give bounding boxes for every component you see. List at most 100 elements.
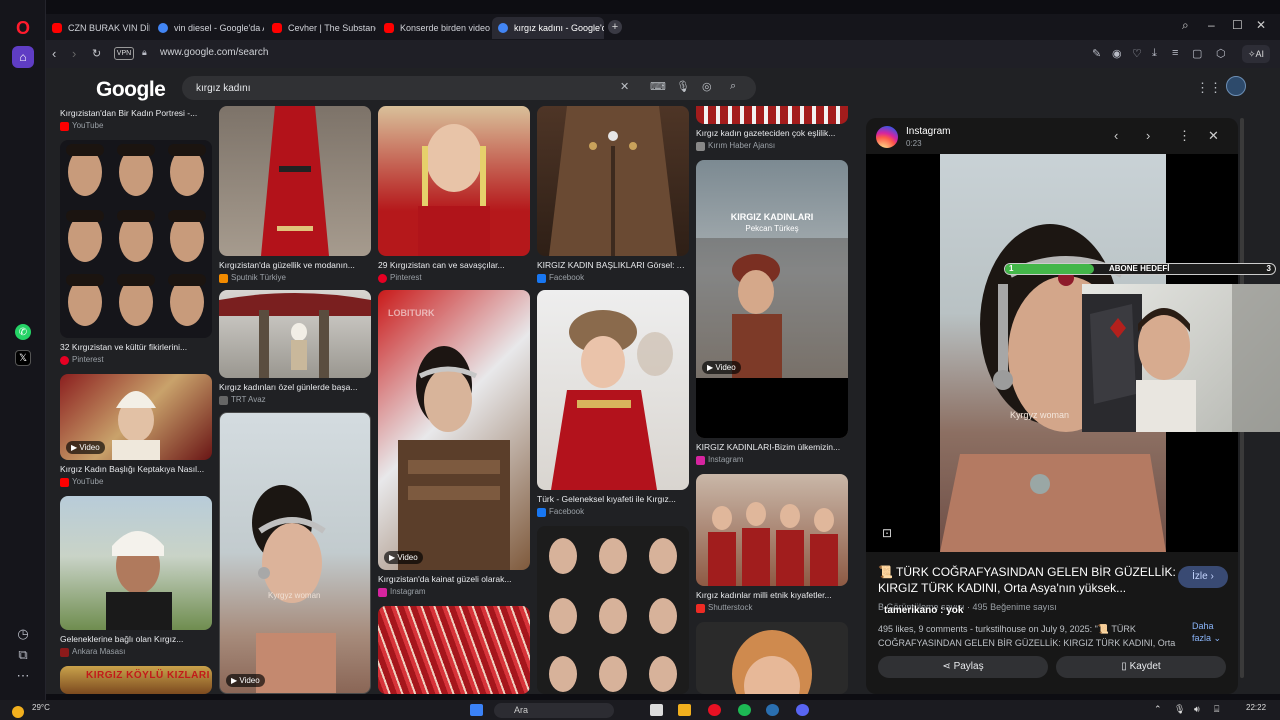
result-thumbnail[interactable] <box>537 106 689 256</box>
reload-icon[interactable]: ↻ <box>92 47 101 60</box>
result-thumbnail[interactable] <box>537 290 689 490</box>
result-thumbnail[interactable]: ▶ Video <box>60 374 212 460</box>
camera-icon[interactable]: ◉ <box>1112 47 1122 60</box>
opera-taskbar-icon[interactable] <box>708 704 721 716</box>
spotify-icon[interactable] <box>738 704 751 716</box>
result-thumbnail[interactable] <box>537 526 689 694</box>
extensions-icon[interactable]: ⧉ <box>13 645 33 665</box>
keyboard-icon[interactable]: ⌨ <box>650 80 666 93</box>
file-explorer-icon[interactable] <box>678 704 691 716</box>
google-logo[interactable]: Google <box>96 78 166 102</box>
result-thumbnail[interactable]: KIRGIZ KÖYLÜ KIZLARI <box>60 666 212 694</box>
history-icon[interactable]: ◷ <box>13 624 33 644</box>
whatsapp-icon[interactable]: ✆ <box>15 324 31 340</box>
result-card[interactable]: 29 Kırgızistan can ve savaşçılar... Pint… <box>378 106 530 283</box>
result-card[interactable]: Kyrgyz woman ▶ Video <box>219 412 371 694</box>
apps-grid-icon[interactable]: ⋮⋮ <box>1196 80 1222 96</box>
close-window-button[interactable]: ✕ <box>1256 18 1266 32</box>
cube-icon[interactable]: ⬡ <box>1216 47 1226 60</box>
result-thumbnail[interactable] <box>696 622 848 694</box>
microphone-tray-icon[interactable]: 🎙︎ <box>1174 704 1187 716</box>
result-thumbnail[interactable] <box>378 106 530 256</box>
new-tab-button[interactable]: + <box>608 20 622 34</box>
aria-ai-button[interactable]: ✧AI <box>1242 45 1270 63</box>
vpn-badge[interactable]: VPN <box>114 47 134 60</box>
more-options-icon[interactable]: ⋮ <box>1178 128 1191 144</box>
edit-icon[interactable]: ✎ <box>1092 47 1101 60</box>
result-card[interactable]: Kırgız kadınlar milli etnik kıyafetler..… <box>696 474 848 614</box>
forward-icon[interactable]: › <box>72 46 76 61</box>
result-thumbnail[interactable] <box>60 496 212 630</box>
heart-icon[interactable]: ♡ <box>1132 47 1142 60</box>
steam-icon[interactable] <box>766 704 779 716</box>
lens-icon[interactable]: ◎ <box>702 80 712 93</box>
result-card[interactable]: Kırgızistan'da güzellik ve modanın... Sp… <box>219 106 371 283</box>
result-thumbnail[interactable] <box>696 474 848 586</box>
network-icon[interactable]: ⌸ <box>1214 704 1227 716</box>
preview-source-name[interactable]: Instagram <box>906 126 950 137</box>
home-icon[interactable]: ⌂ <box>12 46 34 68</box>
save-button[interactable]: ▯ Kaydet <box>1056 656 1226 678</box>
result-card[interactable]: Kırgız kadın gazeteciden çok eşlilik... … <box>696 106 848 154</box>
result-card[interactable]: KIRGIZ KADIN BAŞLIKLARI Görsel: Asi... F… <box>537 106 689 283</box>
clear-icon[interactable]: ✕ <box>620 80 629 93</box>
result-card[interactable]: Türk - Geleneksel kıyafeti ile Kırgız...… <box>537 290 689 518</box>
back-icon[interactable]: ‹ <box>52 46 56 61</box>
result-card[interactable]: Kırgızistan'dan Bir Kadın Portresi -... … <box>60 106 212 136</box>
lens-search-icon[interactable]: ⊡ <box>882 526 892 540</box>
search-input[interactable] <box>196 80 596 96</box>
result-card[interactable]: LOBITURK ▶ Video Kırgızistan'da kainat g… <box>378 290 530 598</box>
result-card[interactable]: Kırgız kadınları özel günlerde başa... T… <box>219 290 371 405</box>
next-icon[interactable]: › <box>1146 128 1150 143</box>
tab-4[interactable]: Konserde birden videoya … <box>378 17 490 39</box>
tab-1[interactable]: CZN BURAK VIN DİESEL F… <box>46 17 150 39</box>
x-twitter-icon[interactable]: 𝕏 <box>15 350 31 366</box>
minimize-button[interactable]: – <box>1208 18 1215 32</box>
result-thumbnail[interactable] <box>219 290 371 378</box>
lock-icon[interactable]: 🔒︎ <box>142 47 147 58</box>
account-avatar[interactable] <box>1226 76 1246 96</box>
search-icon[interactable]: ⌕ <box>730 80 736 93</box>
result-thumbnail[interactable]: Kyrgyz woman ▶ Video <box>219 412 371 694</box>
url-field[interactable]: www.google.com/search <box>160 47 268 58</box>
result-thumbnail[interactable] <box>696 106 848 124</box>
close-icon[interactable]: ✕ <box>1208 128 1219 144</box>
maximize-button[interactable]: ☐ <box>1232 18 1243 32</box>
search-box[interactable]: ✕ ⌨ 🎙︎ ◎ ⌕ <box>182 76 756 100</box>
result-card[interactable] <box>378 606 530 694</box>
tab-2[interactable]: vin diesel - Google'da Ara <box>152 17 264 39</box>
windows-start-icon[interactable] <box>470 704 483 716</box>
clock[interactable]: 22:22 <box>1246 703 1266 712</box>
preview-title[interactable]: 📜 TÜRK COĞRAFYASINDAN GELEN BİR GÜZELLİK… <box>878 564 1178 596</box>
more-icon[interactable]: ⋯ <box>13 666 33 686</box>
result-card[interactable]: KIRGIZ KÖYLÜ KIZLARI <box>60 666 212 694</box>
result-card[interactable] <box>537 526 689 694</box>
more-button[interactable]: Daha fazla ⌄ <box>1192 620 1232 644</box>
task-view-icon[interactable] <box>650 704 663 716</box>
result-thumbnail[interactable] <box>219 106 371 256</box>
opera-logo-icon[interactable]: O <box>13 18 33 38</box>
result-thumbnail[interactable]: LOBITURK ▶ Video <box>378 290 530 570</box>
result-card[interactable]: 32 Kırgızistan ve kültür fikirlerini... … <box>60 140 212 366</box>
result-thumbnail[interactable] <box>378 606 530 694</box>
share-button[interactable]: ⋖ Paylaş <box>878 656 1048 678</box>
tab-3[interactable]: Cevher | The Substance | … <box>266 17 376 39</box>
result-thumbnail[interactable]: KIRGIZ KADINLARI Pekcan Türkeş ▶ Video <box>696 160 848 438</box>
tab-5-active[interactable]: kırgız kadını - Google'da Ara <box>492 17 604 39</box>
taskbar-search[interactable]: Ara <box>494 703 614 718</box>
result-card[interactable] <box>696 622 848 694</box>
result-thumbnail[interactable] <box>60 140 212 338</box>
result-card[interactable]: KIRGIZ KADINLARI Pekcan Türkeş ▶ Video K… <box>696 160 848 466</box>
volume-icon[interactable]: 🔊︎ <box>1194 704 1207 716</box>
search-tabs-icon[interactable]: ⌕ <box>1182 18 1189 33</box>
weather-widget[interactable]: 29°C <box>12 703 50 718</box>
download-icon[interactable]: ⤓ <box>1152 47 1157 60</box>
wallet-icon[interactable]: ▢ <box>1192 47 1202 60</box>
tray-chevron-icon[interactable]: ⌃ <box>1154 704 1167 716</box>
menu-icon[interactable]: ≡ <box>1172 47 1178 59</box>
microphone-icon[interactable]: 🎙︎ <box>676 80 690 93</box>
previous-icon[interactable]: ‹ <box>1114 128 1118 143</box>
result-card[interactable]: ▶ Video Kırgız Kadın Başlığı Keptakıya N… <box>60 374 212 487</box>
result-card[interactable]: Geleneklerine bağlı olan Kırgız... Ankar… <box>60 496 212 658</box>
discord-icon[interactable] <box>796 704 809 716</box>
